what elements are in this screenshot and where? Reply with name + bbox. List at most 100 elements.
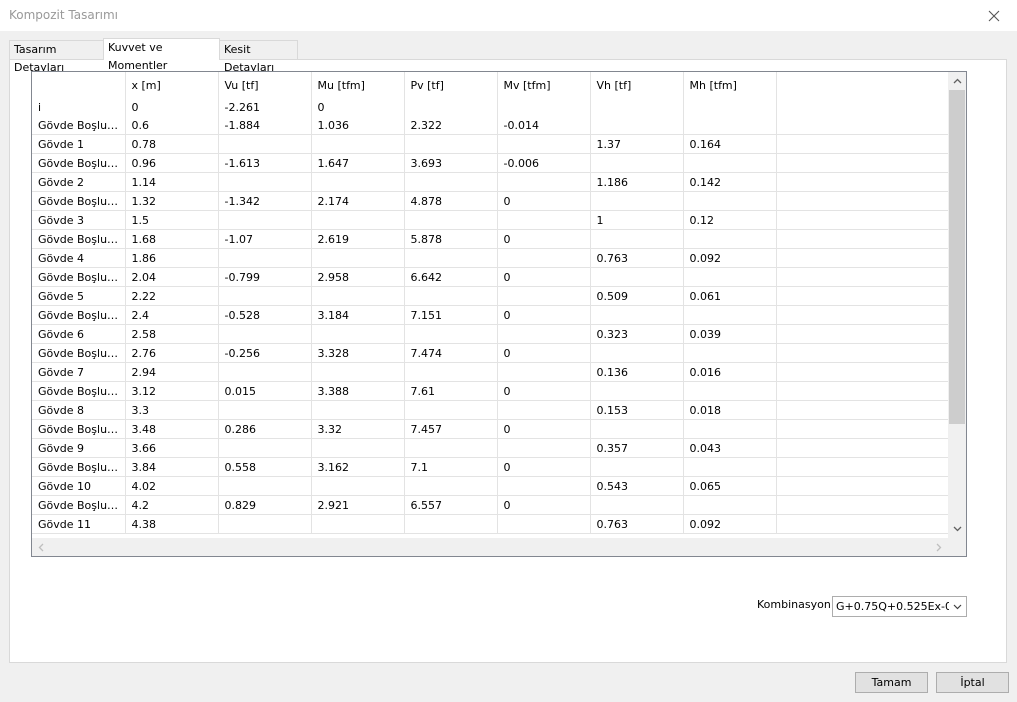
table-cell[interactable]: 0.543 bbox=[590, 476, 684, 496]
table-row[interactable]: Gövde Boşluğu ...4.20.8292.9216.5570 bbox=[32, 495, 948, 515]
table-cell[interactable]: 0.558 bbox=[218, 457, 312, 477]
table-cell[interactable]: 3.48 bbox=[125, 419, 219, 439]
table-row[interactable]: Gövde Boşluğu 4 1.68 -1.07 2.619 5.878 0 bbox=[32, 229, 948, 249]
row-label-cell[interactable]: Gövde Boşluğu 3 bbox=[32, 191, 126, 211]
table-cell[interactable] bbox=[683, 116, 777, 135]
table-cell[interactable]: 3.162 bbox=[311, 457, 405, 477]
table-cell[interactable]: 2.58 bbox=[125, 324, 219, 344]
table-cell[interactable] bbox=[590, 229, 684, 249]
table-cell[interactable]: 0 bbox=[311, 98, 405, 116]
table-cell[interactable] bbox=[218, 134, 312, 154]
table-cell[interactable]: 0.78 bbox=[125, 134, 219, 154]
table-cell[interactable] bbox=[404, 286, 498, 306]
row-label-cell[interactable]: Gövde 5 bbox=[32, 286, 126, 306]
table-cell[interactable] bbox=[590, 305, 684, 325]
table-cell[interactable]: 0.061 bbox=[683, 286, 777, 306]
table-cell[interactable] bbox=[683, 153, 777, 173]
table-cell[interactable] bbox=[311, 400, 405, 420]
table-cell[interactable] bbox=[590, 495, 684, 515]
table-cell[interactable] bbox=[497, 210, 591, 230]
row-label-cell[interactable]: Gövde Boşluğu ... bbox=[32, 457, 126, 477]
scroll-right-button[interactable] bbox=[930, 538, 948, 556]
table-cell[interactable]: 2.76 bbox=[125, 343, 219, 363]
table-cell[interactable] bbox=[218, 210, 312, 230]
table-cell[interactable]: -2.261 bbox=[218, 98, 312, 116]
table-cell[interactable] bbox=[497, 286, 591, 306]
table-cell[interactable]: 0.12 bbox=[683, 210, 777, 230]
table-cell[interactable]: 2.174 bbox=[311, 191, 405, 211]
row-label-cell[interactable]: Gövde 3 bbox=[32, 210, 126, 230]
table-cell[interactable]: 0 bbox=[497, 495, 591, 515]
table-row[interactable]: Gövde Boşluğu ...3.840.5583.1627.10 bbox=[32, 457, 948, 477]
table-cell[interactable]: 7.61 bbox=[404, 381, 498, 401]
table-cell[interactable]: 0.016 bbox=[683, 362, 777, 382]
table-row[interactable]: Gövde 10 4.02 0.543 0.065 bbox=[32, 476, 948, 496]
table-cell[interactable] bbox=[497, 362, 591, 382]
table-cell[interactable] bbox=[311, 210, 405, 230]
table-cell[interactable] bbox=[497, 324, 591, 344]
table-cell[interactable] bbox=[590, 153, 684, 173]
table-row[interactable]: Gövde Boşluğu 1 0.6 -1.884 1.036 2.322 -0.014 bbox=[32, 116, 948, 135]
table-cell[interactable]: -0.799 bbox=[218, 267, 312, 287]
table-cell[interactable]: 4.878 bbox=[404, 191, 498, 211]
column-header[interactable]: Vh [tf] bbox=[590, 72, 684, 98]
table-cell[interactable] bbox=[590, 116, 684, 135]
table-cell[interactable] bbox=[404, 324, 498, 344]
table-cell[interactable] bbox=[311, 324, 405, 344]
table-cell[interactable]: -0.528 bbox=[218, 305, 312, 325]
table-cell[interactable]: 1.14 bbox=[125, 172, 219, 192]
table-cell[interactable]: 3.388 bbox=[311, 381, 405, 401]
header-cell-row-label[interactable] bbox=[32, 72, 126, 98]
table-cell[interactable] bbox=[404, 248, 498, 268]
table-cell[interactable] bbox=[404, 476, 498, 496]
table-cell[interactable]: 0 bbox=[497, 305, 591, 325]
table-cell[interactable]: 1.86 bbox=[125, 248, 219, 268]
table-row[interactable]: Gövde Boşluğu 6 2.4 -0.528 3.184 7.151 0 bbox=[32, 305, 948, 325]
table-cell[interactable]: 3.12 bbox=[125, 381, 219, 401]
table-cell[interactable]: 3.84 bbox=[125, 457, 219, 477]
table-cell[interactable]: 0.509 bbox=[590, 286, 684, 306]
table-cell[interactable]: 0.092 bbox=[683, 514, 777, 534]
table-cell[interactable]: -0.006 bbox=[497, 153, 591, 173]
table-cell[interactable] bbox=[683, 343, 777, 363]
table-cell[interactable]: 7.151 bbox=[404, 305, 498, 325]
table-cell[interactable] bbox=[497, 98, 591, 116]
row-label-cell[interactable]: Gövde 9 bbox=[32, 438, 126, 458]
tab-tasarim-detaylari[interactable]: Tasarım Detayları bbox=[9, 40, 104, 74]
table-cell[interactable]: 0.6 bbox=[125, 116, 219, 135]
table-cell[interactable] bbox=[497, 438, 591, 458]
table-cell[interactable] bbox=[218, 400, 312, 420]
table-cell[interactable]: 0 bbox=[497, 419, 591, 439]
column-header[interactable]: Mu [tfm] bbox=[311, 72, 405, 98]
horizontal-scrollbar[interactable] bbox=[32, 538, 948, 556]
dropdown-arrow[interactable] bbox=[949, 597, 966, 616]
table-cell[interactable]: 0.065 bbox=[683, 476, 777, 496]
table-cell[interactable]: -1.07 bbox=[218, 229, 312, 249]
row-label-cell[interactable]: Gövde Boşluğu 6 bbox=[32, 305, 126, 325]
table-row[interactable]: Gövde 8 3.3 0.153 0.018 bbox=[32, 400, 948, 420]
table-cell[interactable]: 0 bbox=[497, 229, 591, 249]
table-cell[interactable] bbox=[311, 134, 405, 154]
table-cell[interactable]: 5.878 bbox=[404, 229, 498, 249]
table-cell[interactable]: 1 bbox=[590, 210, 684, 230]
table-cell[interactable] bbox=[311, 476, 405, 496]
table-cell[interactable]: 3.32 bbox=[311, 419, 405, 439]
table-cell[interactable]: -1.342 bbox=[218, 191, 312, 211]
table-cell[interactable]: 0.164 bbox=[683, 134, 777, 154]
table-cell[interactable]: 4.02 bbox=[125, 476, 219, 496]
table-cell[interactable] bbox=[404, 362, 498, 382]
table-cell[interactable]: 7.457 bbox=[404, 419, 498, 439]
table-cell[interactable] bbox=[497, 476, 591, 496]
row-label-cell[interactable]: Gövde Boşluğu 8 bbox=[32, 381, 126, 401]
table-cell[interactable] bbox=[590, 343, 684, 363]
row-label-cell[interactable]: Gövde Boşluğu 1 bbox=[32, 116, 126, 135]
table-cell[interactable]: 3.66 bbox=[125, 438, 219, 458]
table-row[interactable]: Gövde 3 1.5 1 0.12 bbox=[32, 210, 948, 230]
table-cell[interactable]: 1.186 bbox=[590, 172, 684, 192]
table-cell[interactable]: 3.328 bbox=[311, 343, 405, 363]
table-cell[interactable] bbox=[497, 134, 591, 154]
table-cell[interactable]: 1.036 bbox=[311, 116, 405, 135]
column-header[interactable]: Vu [tf] bbox=[218, 72, 312, 98]
row-label-cell[interactable]: Gövde 2 bbox=[32, 172, 126, 192]
table-cell[interactable]: 1.32 bbox=[125, 191, 219, 211]
